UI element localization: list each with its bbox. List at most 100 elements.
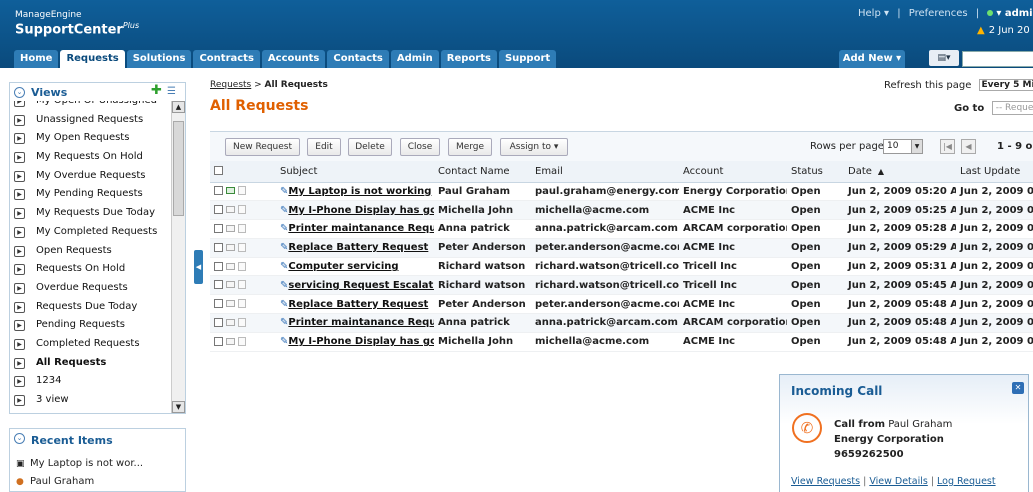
- expand-arrow-icon[interactable]: ▶: [14, 189, 25, 201]
- row-checkbox[interactable]: [214, 317, 223, 327]
- manage-views-icon[interactable]: ☰: [167, 86, 176, 97]
- breadcrumb-requests-link[interactable]: Requests: [210, 80, 251, 90]
- expand-arrow-icon[interactable]: ▶: [14, 152, 25, 164]
- expand-arrow-icon[interactable]: ▶: [14, 357, 25, 369]
- view-item[interactable]: ▶ 3 view: [10, 391, 170, 410]
- expand-arrow-icon[interactable]: ▶: [14, 170, 25, 182]
- request-subject-link[interactable]: ✎ My I-Phone Display has gone: [276, 200, 434, 221]
- recent-item-contact[interactable]: ● Paul Graham: [16, 476, 94, 487]
- row-checkbox[interactable]: [214, 223, 223, 233]
- refresh-select[interactable]: Every 5 Minu: [978, 79, 1033, 91]
- table-row[interactable]: ✎ Replace Battery Request Peter Anderson p…: [210, 238, 1033, 258]
- view-item[interactable]: ▶ My Open Or Unassigned: [10, 101, 170, 111]
- expand-arrow-icon[interactable]: ▶: [14, 338, 25, 350]
- table-row[interactable]: ✎ servicing Request EscalationRichard wa…: [210, 275, 1033, 296]
- expand-arrow-icon[interactable]: ▶: [14, 395, 25, 406]
- request-subject-link[interactable]: ✎ Replace Battery Request: [276, 238, 434, 258]
- log-request-link[interactable]: Log Request: [937, 476, 996, 487]
- expand-arrow-icon[interactable]: ▶: [14, 282, 25, 294]
- row-checkbox[interactable]: [214, 261, 223, 271]
- tab-support[interactable]: Support: [498, 50, 557, 68]
- scroll-thumb[interactable]: [173, 121, 184, 216]
- view-item[interactable]: ▶ Requests Due Today: [10, 298, 170, 317]
- table-row[interactable]: ✎ Replace Battery Request Peter Anderson p…: [210, 294, 1033, 315]
- column-header-date[interactable]: Date ▲: [844, 161, 956, 183]
- user-menu[interactable]: ▾ adminis: [996, 8, 1033, 19]
- assign-to-button[interactable]: Assign to ▾: [500, 138, 568, 156]
- view-item[interactable]: ▶ All Requests: [10, 354, 170, 373]
- column-header-subject[interactable]: Subject: [276, 161, 434, 183]
- collapse-recent-icon[interactable]: ⌄: [14, 433, 25, 444]
- global-search-input[interactable]: [962, 51, 1033, 67]
- tab-requests[interactable]: Requests: [60, 50, 125, 68]
- request-subject-link[interactable]: ✎ My I-Phone Display has gone: [276, 332, 434, 352]
- view-item[interactable]: ▶ My Pending Requests: [10, 185, 170, 204]
- subject-text[interactable]: My I-Phone Display has gone: [288, 205, 434, 216]
- views-scrollbar[interactable]: ▲ ▼: [171, 101, 185, 413]
- prev-page-icon[interactable]: ◀: [961, 139, 976, 154]
- row-checkbox[interactable]: [214, 205, 223, 215]
- subject-text[interactable]: Printer maintanance Request: [288, 223, 434, 234]
- expand-arrow-icon[interactable]: ▶: [14, 208, 25, 220]
- tab-admin[interactable]: Admin: [390, 50, 439, 68]
- preferences-link[interactable]: Preferences: [909, 8, 968, 19]
- table-row[interactable]: ✎ My Laptop is not working Paul Graham pau…: [210, 182, 1033, 202]
- tab-reports[interactable]: Reports: [440, 50, 497, 68]
- subject-text[interactable]: Replace Battery Request: [288, 242, 428, 253]
- tab-home[interactable]: Home: [14, 50, 59, 68]
- scroll-down-icon[interactable]: ▼: [172, 401, 185, 413]
- view-item[interactable]: ▶ 1234: [10, 372, 170, 391]
- add-new-button[interactable]: Add New ▾: [839, 50, 905, 68]
- new-request-button[interactable]: New Request: [225, 138, 300, 156]
- tab-contacts[interactable]: Contacts: [327, 50, 389, 68]
- expand-arrow-icon[interactable]: ▶: [14, 114, 25, 126]
- warning-icon[interactable]: ▲: [977, 25, 985, 36]
- expand-arrow-icon[interactable]: ▶: [14, 264, 25, 276]
- request-subject-link[interactable]: ✎ Printer maintanance Request: [276, 219, 434, 239]
- edit-button[interactable]: Edit: [307, 138, 341, 156]
- help-link[interactable]: Help ▾: [858, 8, 889, 19]
- subject-text[interactable]: Replace Battery Request: [288, 299, 428, 310]
- collapse-views-icon[interactable]: ⌄: [14, 87, 25, 98]
- table-row[interactable]: ✎ Printer maintanance RequestAnna patric…: [210, 313, 1033, 333]
- view-details-link[interactable]: View Details: [869, 476, 928, 487]
- subject-text[interactable]: My I-Phone Display has gone: [288, 336, 434, 347]
- view-item[interactable]: ▶ Completed Requests: [10, 335, 170, 354]
- view-item[interactable]: ▶ Requests On Hold: [10, 260, 170, 279]
- expand-arrow-icon[interactable]: ▶: [14, 101, 25, 107]
- delete-button[interactable]: Delete: [348, 138, 392, 156]
- view-item[interactable]: ▶ My Open Requests: [10, 129, 170, 148]
- column-header-status[interactable]: Status: [787, 161, 844, 183]
- expand-arrow-icon[interactable]: ▶: [14, 376, 25, 388]
- subject-text[interactable]: My Laptop is not working: [288, 186, 431, 197]
- column-header-email[interactable]: Email: [531, 161, 679, 183]
- collapse-sidebar-handle[interactable]: ◀: [194, 250, 203, 284]
- column-header-last-update[interactable]: Last Update: [956, 161, 1033, 183]
- first-page-icon[interactable]: |◀: [940, 139, 955, 154]
- tab-solutions[interactable]: Solutions: [126, 50, 192, 68]
- view-item[interactable]: ▶ My Completed Requests: [10, 223, 170, 242]
- merge-button[interactable]: Merge: [448, 138, 492, 156]
- tab-contracts[interactable]: Contracts: [193, 50, 260, 68]
- row-checkbox[interactable]: [214, 186, 223, 196]
- recent-item-request[interactable]: ▣ My Laptop is not wor...: [16, 458, 143, 469]
- view-item[interactable]: ▶ Unassigned Requests: [10, 111, 170, 130]
- view-item[interactable]: ▶ Open Requests: [10, 242, 170, 261]
- subject-text[interactable]: servicing Request Escalation: [288, 280, 434, 291]
- close-button[interactable]: Close: [400, 138, 440, 156]
- goto-select[interactable]: -- Reque: [991, 101, 1033, 115]
- expand-arrow-icon[interactable]: ▶: [14, 301, 25, 313]
- request-subject-link[interactable]: ✎ Replace Battery Request: [276, 294, 434, 315]
- request-subject-link[interactable]: ✎ Printer maintanance Request: [276, 313, 434, 333]
- row-checkbox[interactable]: [214, 242, 223, 252]
- rows-per-page-select[interactable]: 10 ▼: [883, 139, 923, 154]
- view-item[interactable]: ▶ Overdue Requests: [10, 279, 170, 298]
- quick-create-icon[interactable]: ▤▾: [929, 50, 959, 66]
- row-checkbox[interactable]: [214, 280, 223, 290]
- expand-arrow-icon[interactable]: ▶: [14, 320, 25, 332]
- request-subject-link[interactable]: ✎ My Laptop is not working: [276, 182, 434, 202]
- select-all-checkbox[interactable]: [214, 166, 223, 176]
- column-header-account[interactable]: Account: [679, 161, 787, 183]
- scroll-up-icon[interactable]: ▲: [172, 101, 185, 113]
- view-item[interactable]: ▶ My Overdue Requests: [10, 167, 170, 186]
